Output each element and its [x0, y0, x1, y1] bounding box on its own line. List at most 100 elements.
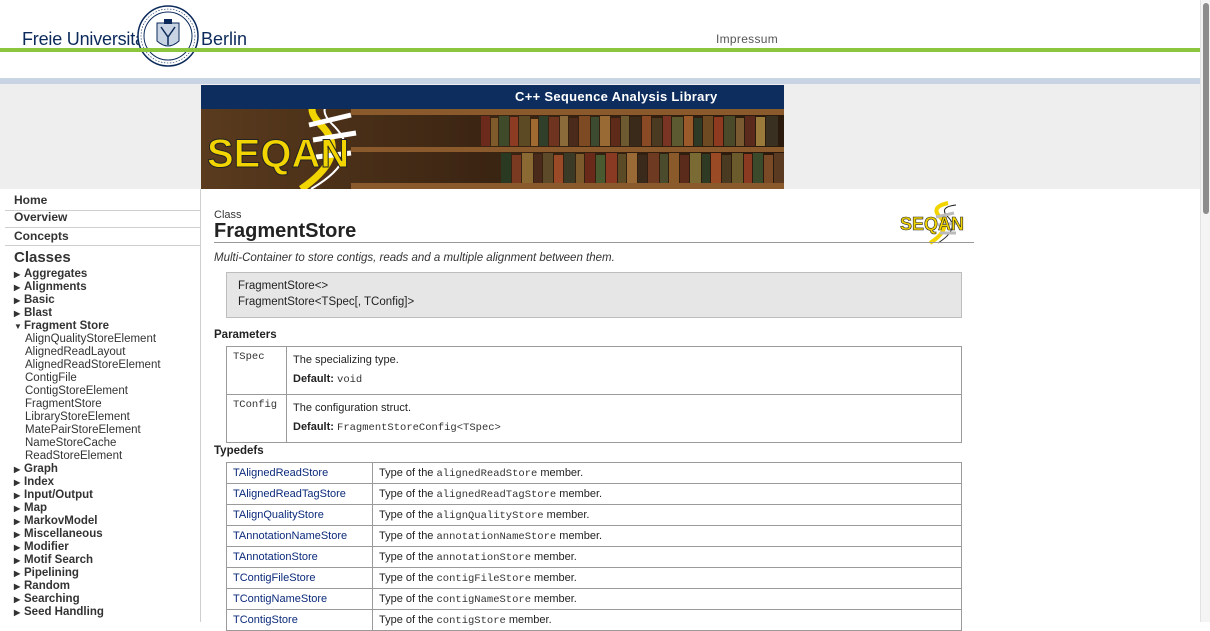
triangle-right-icon[interactable]: ▶ — [14, 294, 24, 307]
class-item-label: AlignedReadLayout — [25, 346, 126, 358]
impressum-link[interactable]: Impressum — [716, 32, 778, 46]
nav-concepts-link[interactable]: Concepts — [14, 229, 69, 243]
typedef-desc-suffix: member. — [505, 613, 552, 626]
class-group-item[interactable]: ▶ MarkovModel — [14, 515, 204, 528]
banner-title: C++ Sequence Analysis Library — [515, 89, 718, 104]
nav-divider — [5, 245, 200, 246]
triangle-right-icon[interactable]: ▶ — [14, 567, 24, 580]
class-group-item[interactable]: ▶ Alignments — [14, 281, 204, 294]
typedef-desc-suffix: member. — [537, 466, 584, 479]
typedef-name-link[interactable]: TAlignedReadStore — [226, 462, 373, 484]
site-header: Freie Universität Berlin Impressum — [0, 0, 1200, 78]
seqan-banner: SEQAN C++ Sequence Analysis Library — [201, 85, 784, 189]
triangle-right-icon[interactable]: ▶ — [14, 606, 24, 619]
class-item-label: Pipelining — [24, 567, 79, 579]
typedef-name-link[interactable]: TContigStore — [226, 609, 373, 631]
triangle-right-icon[interactable]: ▶ — [14, 307, 24, 320]
scrollbar-thumb[interactable] — [1203, 3, 1209, 214]
typedef-desc-suffix: member. — [556, 487, 603, 500]
typedef-member: contigNameStore — [436, 593, 531, 606]
parameter-row: TSpec The specializing type. Default: void — [226, 346, 962, 395]
typedef-member: annotationNameStore — [436, 530, 557, 543]
class-link-item[interactable]: MatePairStoreElement — [14, 424, 204, 437]
default-label: Default: — [293, 373, 334, 385]
class-group-item[interactable]: ▶ Basic — [14, 294, 204, 307]
triangle-right-icon[interactable]: ▶ — [14, 502, 24, 515]
triangle-right-icon[interactable]: ▶ — [14, 515, 24, 528]
triangle-right-icon[interactable]: ▶ — [14, 541, 24, 554]
class-group-item[interactable]: ▶ Random — [14, 580, 204, 593]
typedef-row: TContigFileStore Type of the contigFileSt… — [226, 567, 962, 589]
typedef-name-link[interactable]: TAnnotationNameStore — [226, 525, 373, 547]
triangle-right-icon[interactable]: ▶ — [14, 281, 24, 294]
class-link-item[interactable]: ContigFile — [14, 372, 204, 385]
triangle-down-icon[interactable]: ▼ — [14, 320, 24, 333]
typedefs-heading: Typedefs — [214, 445, 264, 457]
nav-home-link[interactable]: Home — [14, 193, 47, 207]
class-link-item[interactable]: ReadStoreElement — [14, 450, 204, 463]
class-item-label: MatePairStoreElement — [25, 424, 141, 436]
class-group-item[interactable]: ▶ Searching — [14, 593, 204, 606]
class-group-item[interactable]: ▶ Modifier — [14, 541, 204, 554]
class-group-item[interactable]: ▼ Fragment Store — [14, 320, 204, 333]
parameter-name: TSpec — [226, 346, 287, 395]
class-link-item[interactable]: FragmentStore — [14, 398, 204, 411]
typedef-desc-suffix: member. — [531, 550, 577, 563]
triangle-right-icon[interactable]: ▶ — [14, 268, 24, 281]
typedef-name-link[interactable]: TAnnotationStore — [226, 546, 373, 568]
triangle-right-icon[interactable]: ▶ — [14, 476, 24, 489]
class-link-item[interactable]: AlignedReadStoreElement — [14, 359, 204, 372]
class-item-label: FragmentStore — [25, 398, 102, 410]
nav-overview-link[interactable]: Overview — [14, 210, 67, 224]
vertical-scrollbar[interactable] — [1200, 0, 1210, 622]
typedef-description: Type of the alignedReadStore member. — [372, 462, 962, 484]
class-group-item[interactable]: ▶ Miscellaneous — [14, 528, 204, 541]
class-item-label: Aggregates — [24, 268, 88, 280]
triangle-right-icon[interactable]: ▶ — [14, 489, 24, 502]
class-group-item[interactable]: ▶ Pipelining — [14, 567, 204, 580]
svg-text:SEQAN: SEQAN — [207, 132, 349, 176]
triangle-right-icon[interactable]: ▶ — [14, 554, 24, 567]
triangle-right-icon[interactable]: ▶ — [14, 580, 24, 593]
class-group-item[interactable]: ▶ Motif Search — [14, 554, 204, 567]
triangle-right-icon[interactable]: ▶ — [14, 528, 24, 541]
class-group-item[interactable]: ▶ Blast — [14, 307, 204, 320]
triangle-right-icon[interactable]: ▶ — [14, 593, 24, 606]
default-label: Default: — [293, 421, 334, 433]
class-link-item[interactable]: LibraryStoreElement — [14, 411, 204, 424]
signature-box: FragmentStore<> FragmentStore<TSpec[, TC… — [226, 272, 962, 318]
class-item-label: Seed Handling — [24, 606, 104, 618]
typedef-desc-prefix: Type of the — [379, 592, 437, 605]
triangle-right-icon[interactable]: ▶ — [14, 463, 24, 476]
university-name-left: Freie Universität — [22, 29, 150, 49]
typedef-name-link[interactable]: TContigNameStore — [226, 588, 373, 610]
class-link-item[interactable]: ContigStoreElement — [14, 385, 204, 398]
main-content: Class FragmentStore SEQAN Multi-Containe… — [214, 189, 974, 631]
class-link-item[interactable]: AlignQualityStoreElement — [14, 333, 204, 346]
class-group-item[interactable]: ▶ Index — [14, 476, 204, 489]
parameters-table: TSpec The specializing type. Default: void… — [226, 346, 962, 443]
page-title: FragmentStore — [214, 220, 357, 242]
typedef-row: TAlignedReadStore Type of the alignedRead… — [226, 462, 962, 484]
title-divider — [214, 242, 974, 243]
class-group-item[interactable]: ▶ Aggregates — [14, 268, 204, 281]
typedef-description: Type of the annotationStore member. — [372, 546, 962, 568]
typedef-name-link[interactable]: TContigFileStore — [226, 567, 373, 589]
class-group-item[interactable]: ▶ Graph — [14, 463, 204, 476]
university-seal-logo[interactable] — [137, 5, 199, 67]
class-item-label: MarkovModel — [24, 515, 98, 527]
class-link-item[interactable]: AlignedReadLayout — [14, 346, 204, 359]
class-group-item[interactable]: ▶ Seed Handling — [14, 606, 204, 619]
class-group-item[interactable]: ▶ Input/Output — [14, 489, 204, 502]
class-group-item[interactable]: ▶ Map — [14, 502, 204, 515]
typedef-description: Type of the contigStore member. — [372, 609, 962, 631]
class-link-item[interactable]: NameStoreCache — [14, 437, 204, 450]
banner-title-bar: C++ Sequence Analysis Library — [201, 85, 784, 109]
typedef-name-link[interactable]: TAlignQualityStore — [226, 504, 373, 526]
class-item-label: Index — [24, 476, 55, 488]
typedef-row: TAnnotationStore Type of the annotationSt… — [226, 546, 962, 568]
university-name-right: Berlin — [201, 29, 248, 49]
typedef-name-link[interactable]: TAlignedReadTagStore — [226, 483, 373, 505]
parameter-default: Default: FragmentStoreConfig<TSpec> — [293, 418, 955, 438]
class-item-label: Blast — [24, 307, 53, 319]
